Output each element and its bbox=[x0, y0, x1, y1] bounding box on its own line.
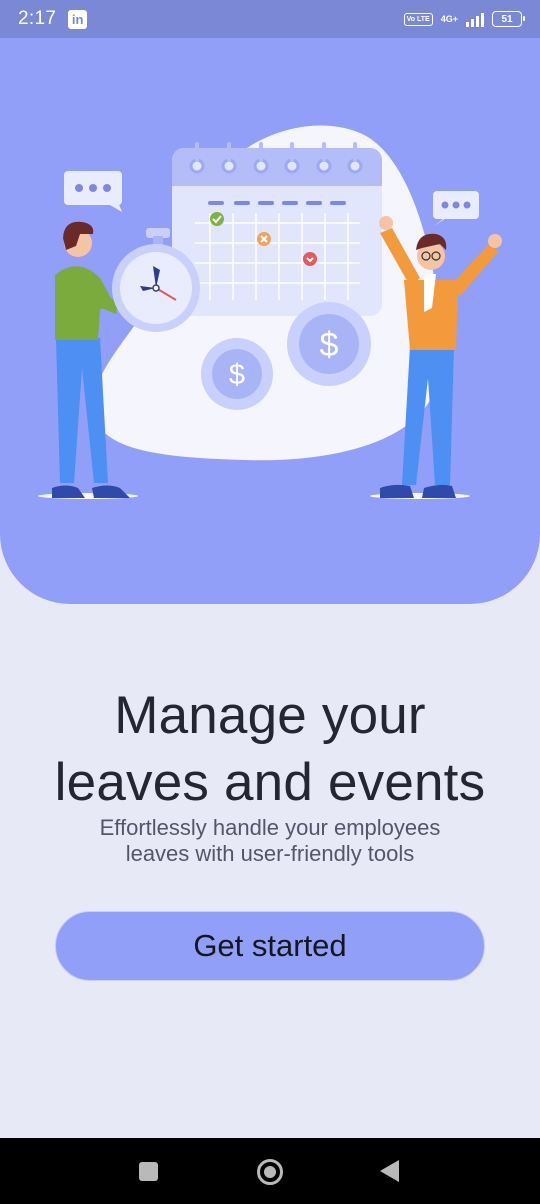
chat-bubble-icon-right bbox=[433, 191, 479, 226]
subtitle-line-2: leaves with user-friendly tools bbox=[125, 841, 415, 866]
title-line-2: leaves and events bbox=[54, 753, 486, 812]
battery-level: 51 bbox=[501, 13, 513, 25]
calendar-clock-people-illustration: $ $ bbox=[38, 125, 502, 499]
svg-text:$: $ bbox=[320, 326, 339, 364]
status-bar: 2:17 in Vo LTE 4G+ 51 bbox=[0, 0, 540, 38]
dollar-coin-icon-small: $ bbox=[201, 338, 273, 410]
recent-apps-icon[interactable] bbox=[139, 1162, 158, 1181]
svg-text:$: $ bbox=[229, 359, 245, 391]
network-type: 4G+ bbox=[440, 13, 458, 24]
linkedin-icon: in bbox=[68, 9, 88, 29]
system-nav-bar bbox=[0, 1138, 540, 1204]
status-indicators: Vo LTE 4G+ 51 bbox=[403, 11, 525, 27]
subtitle-line-1: Effortlessly handle your employees bbox=[99, 815, 441, 840]
back-icon[interactable] bbox=[380, 1160, 399, 1182]
onboarding-subtitle: Effortlessly handle your employees leave… bbox=[0, 815, 540, 867]
calendar-icon bbox=[172, 142, 382, 316]
chat-bubble-icon-left bbox=[64, 171, 122, 212]
title-line-1: Manage your bbox=[114, 686, 426, 745]
dollar-coin-icon-large: $ bbox=[287, 302, 371, 386]
home-icon[interactable] bbox=[257, 1159, 283, 1185]
heart-mark-icon bbox=[303, 252, 317, 266]
check-mark-icon bbox=[210, 212, 224, 226]
battery-icon: 51 bbox=[492, 11, 525, 27]
get-started-button[interactable]: Get started bbox=[55, 911, 485, 981]
volte-icon: Vo LTE bbox=[403, 12, 433, 26]
hero-banner: $ $ bbox=[0, 38, 540, 604]
onboarding-title: Manage your leaves and events bbox=[0, 682, 540, 816]
signal-icon bbox=[466, 11, 484, 27]
status-time: 2:17 bbox=[18, 8, 57, 29]
